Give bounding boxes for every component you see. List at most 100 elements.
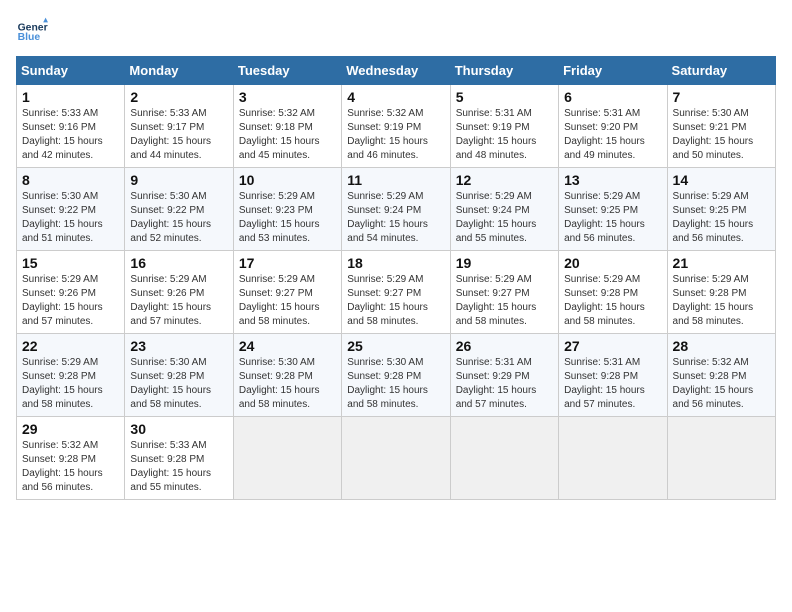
- weekday-header-row: SundayMondayTuesdayWednesdayThursdayFrid…: [17, 57, 776, 85]
- day-info: Sunrise: 5:29 AM Sunset: 9:26 PM Dayligh…: [22, 273, 119, 329]
- day-number: 21: [673, 255, 770, 271]
- logo-icon: General Blue: [16, 16, 48, 48]
- day-info: Sunrise: 5:29 AM Sunset: 9:23 PM Dayligh…: [239, 190, 336, 246]
- calendar-body: 1Sunrise: 5:33 AM Sunset: 9:16 PM Daylig…: [17, 85, 776, 500]
- calendar-cell: 14 Sunrise: 5:29 AM Sunset: 9:25 PM Dayli…: [667, 168, 775, 251]
- weekday-header-cell: Friday: [559, 57, 667, 85]
- day-number: 1: [22, 89, 119, 105]
- day-info: Sunrise: 5:29 AM Sunset: 9:28 PM Dayligh…: [22, 356, 119, 412]
- calendar-table: SundayMondayTuesdayWednesdayThursdayFrid…: [16, 56, 776, 500]
- calendar-cell: 26 Sunrise: 5:31 AM Sunset: 9:29 PM Dayli…: [450, 334, 558, 417]
- day-info: Sunrise: 5:29 AM Sunset: 9:27 PM Dayligh…: [347, 273, 444, 329]
- day-number: 28: [673, 338, 770, 354]
- day-number: 13: [564, 172, 661, 188]
- weekday-header-cell: Thursday: [450, 57, 558, 85]
- day-number: 20: [564, 255, 661, 271]
- day-number: 8: [22, 172, 119, 188]
- calendar-cell: 6Sunrise: 5:31 AM Sunset: 9:20 PM Daylig…: [559, 85, 667, 168]
- day-number: 24: [239, 338, 336, 354]
- day-info: Sunrise: 5:31 AM Sunset: 9:29 PM Dayligh…: [456, 356, 553, 412]
- day-number: 17: [239, 255, 336, 271]
- day-number: 22: [22, 338, 119, 354]
- calendar-cell: 12Sunrise: 5:29 AM Sunset: 9:24 PM Dayli…: [450, 168, 558, 251]
- day-number: 9: [130, 172, 227, 188]
- calendar-cell: 3Sunrise: 5:32 AM Sunset: 9:18 PM Daylig…: [233, 85, 341, 168]
- calendar-cell: 9 Sunrise: 5:30 AM Sunset: 9:22 PM Daylig…: [125, 168, 233, 251]
- weekday-header-cell: Tuesday: [233, 57, 341, 85]
- day-number: 29: [22, 421, 119, 437]
- calendar-week-row: 29 Sunrise: 5:32 AM Sunset: 9:28 PM Dayli…: [17, 417, 776, 500]
- weekday-header-cell: Saturday: [667, 57, 775, 85]
- day-number: 18: [347, 255, 444, 271]
- day-number: 23: [130, 338, 227, 354]
- calendar-cell: 7 Sunrise: 5:30 AM Sunset: 9:21 PM Daylig…: [667, 85, 775, 168]
- day-info: Sunrise: 5:29 AM Sunset: 9:28 PM Dayligh…: [673, 273, 770, 329]
- day-number: 26: [456, 338, 553, 354]
- day-number: 25: [347, 338, 444, 354]
- day-info: Sunrise: 5:32 AM Sunset: 9:19 PM Dayligh…: [347, 107, 444, 163]
- calendar-cell: [667, 417, 775, 500]
- day-info: Sunrise: 5:29 AM Sunset: 9:28 PM Dayligh…: [564, 273, 661, 329]
- calendar-cell: 4Sunrise: 5:32 AM Sunset: 9:19 PM Daylig…: [342, 85, 450, 168]
- day-info: Sunrise: 5:30 AM Sunset: 9:22 PM Dayligh…: [130, 190, 227, 246]
- day-info: Sunrise: 5:32 AM Sunset: 9:18 PM Dayligh…: [239, 107, 336, 163]
- calendar-week-row: 8 Sunrise: 5:30 AM Sunset: 9:22 PM Daylig…: [17, 168, 776, 251]
- calendar-cell: 22 Sunrise: 5:29 AM Sunset: 9:28 PM Dayli…: [17, 334, 125, 417]
- day-info: Sunrise: 5:32 AM Sunset: 9:28 PM Dayligh…: [673, 356, 770, 412]
- day-info: Sunrise: 5:31 AM Sunset: 9:19 PM Dayligh…: [456, 107, 553, 163]
- calendar-cell: 29 Sunrise: 5:32 AM Sunset: 9:28 PM Dayli…: [17, 417, 125, 500]
- weekday-header-cell: Sunday: [17, 57, 125, 85]
- day-number: 7: [673, 89, 770, 105]
- weekday-header-cell: Wednesday: [342, 57, 450, 85]
- calendar-cell: 21 Sunrise: 5:29 AM Sunset: 9:28 PM Dayli…: [667, 251, 775, 334]
- svg-text:Blue: Blue: [18, 32, 41, 43]
- calendar-cell: 30 Sunrise: 5:33 AM Sunset: 9:28 PM Dayli…: [125, 417, 233, 500]
- day-info: Sunrise: 5:30 AM Sunset: 9:28 PM Dayligh…: [347, 356, 444, 412]
- calendar-week-row: 1Sunrise: 5:33 AM Sunset: 9:16 PM Daylig…: [17, 85, 776, 168]
- logo: General Blue: [16, 16, 48, 48]
- calendar-cell: 18 Sunrise: 5:29 AM Sunset: 9:27 PM Dayli…: [342, 251, 450, 334]
- day-info: Sunrise: 5:30 AM Sunset: 9:21 PM Dayligh…: [673, 107, 770, 163]
- calendar-cell: 1Sunrise: 5:33 AM Sunset: 9:16 PM Daylig…: [17, 85, 125, 168]
- day-number: 15: [22, 255, 119, 271]
- calendar-cell: 2 Sunrise: 5:33 AM Sunset: 9:17 PM Daylig…: [125, 85, 233, 168]
- day-info: Sunrise: 5:29 AM Sunset: 9:25 PM Dayligh…: [673, 190, 770, 246]
- calendar-cell: 17 Sunrise: 5:29 AM Sunset: 9:27 PM Dayli…: [233, 251, 341, 334]
- day-info: Sunrise: 5:33 AM Sunset: 9:17 PM Dayligh…: [130, 107, 227, 163]
- calendar-cell: [559, 417, 667, 500]
- calendar-cell: [342, 417, 450, 500]
- calendar-cell: 24Sunrise: 5:30 AM Sunset: 9:28 PM Dayli…: [233, 334, 341, 417]
- calendar-cell: 13 Sunrise: 5:29 AM Sunset: 9:25 PM Dayli…: [559, 168, 667, 251]
- day-number: 10: [239, 172, 336, 188]
- day-info: Sunrise: 5:29 AM Sunset: 9:27 PM Dayligh…: [456, 273, 553, 329]
- day-info: Sunrise: 5:29 AM Sunset: 9:26 PM Dayligh…: [130, 273, 227, 329]
- day-number: 6: [564, 89, 661, 105]
- day-number: 2: [130, 89, 227, 105]
- calendar-week-row: 15 Sunrise: 5:29 AM Sunset: 9:26 PM Dayli…: [17, 251, 776, 334]
- calendar-cell: 11Sunrise: 5:29 AM Sunset: 9:24 PM Dayli…: [342, 168, 450, 251]
- weekday-header-cell: Monday: [125, 57, 233, 85]
- day-number: 16: [130, 255, 227, 271]
- day-info: Sunrise: 5:29 AM Sunset: 9:24 PM Dayligh…: [347, 190, 444, 246]
- day-info: Sunrise: 5:30 AM Sunset: 9:28 PM Dayligh…: [130, 356, 227, 412]
- day-info: Sunrise: 5:29 AM Sunset: 9:24 PM Dayligh…: [456, 190, 553, 246]
- day-info: Sunrise: 5:29 AM Sunset: 9:27 PM Dayligh…: [239, 273, 336, 329]
- calendar-cell: 28 Sunrise: 5:32 AM Sunset: 9:28 PM Dayli…: [667, 334, 775, 417]
- day-info: Sunrise: 5:31 AM Sunset: 9:28 PM Dayligh…: [564, 356, 661, 412]
- day-number: 27: [564, 338, 661, 354]
- day-number: 14: [673, 172, 770, 188]
- day-info: Sunrise: 5:33 AM Sunset: 9:28 PM Dayligh…: [130, 439, 227, 495]
- calendar-cell: 16 Sunrise: 5:29 AM Sunset: 9:26 PM Dayli…: [125, 251, 233, 334]
- calendar-week-row: 22 Sunrise: 5:29 AM Sunset: 9:28 PM Dayli…: [17, 334, 776, 417]
- day-number: 19: [456, 255, 553, 271]
- calendar-cell: [233, 417, 341, 500]
- calendar-cell: 19 Sunrise: 5:29 AM Sunset: 9:27 PM Dayli…: [450, 251, 558, 334]
- calendar-cell: 27 Sunrise: 5:31 AM Sunset: 9:28 PM Dayli…: [559, 334, 667, 417]
- calendar-cell: 20 Sunrise: 5:29 AM Sunset: 9:28 PM Dayli…: [559, 251, 667, 334]
- day-info: Sunrise: 5:29 AM Sunset: 9:25 PM Dayligh…: [564, 190, 661, 246]
- day-number: 5: [456, 89, 553, 105]
- day-info: Sunrise: 5:32 AM Sunset: 9:28 PM Dayligh…: [22, 439, 119, 495]
- calendar-cell: 10 Sunrise: 5:29 AM Sunset: 9:23 PM Dayli…: [233, 168, 341, 251]
- day-number: 30: [130, 421, 227, 437]
- calendar-cell: 5 Sunrise: 5:31 AM Sunset: 9:19 PM Daylig…: [450, 85, 558, 168]
